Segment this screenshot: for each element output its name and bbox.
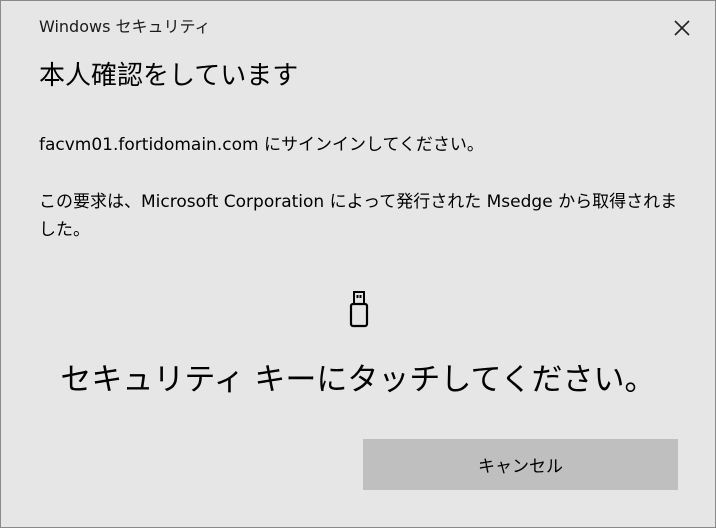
dialog-heading: 本人確認をしています bbox=[39, 61, 299, 91]
cancel-button[interactable]: キャンセル bbox=[363, 439, 678, 490]
security-dialog: Windows セキュリティ 本人確認をしています facvm01.fortid… bbox=[0, 0, 716, 528]
touch-key-prompt: セキュリティ キーにタッチしてください。 bbox=[60, 362, 656, 398]
signin-message: facvm01.fortidomain.com にサインインしてください。 bbox=[39, 135, 484, 155]
close-icon bbox=[674, 20, 690, 36]
request-origin-message: この要求は、Microsoft Corporation によって発行された Ms… bbox=[39, 192, 678, 240]
window-title: Windows セキュリティ bbox=[39, 17, 211, 36]
security-key-icon bbox=[349, 291, 369, 328]
close-button[interactable] bbox=[667, 13, 697, 43]
